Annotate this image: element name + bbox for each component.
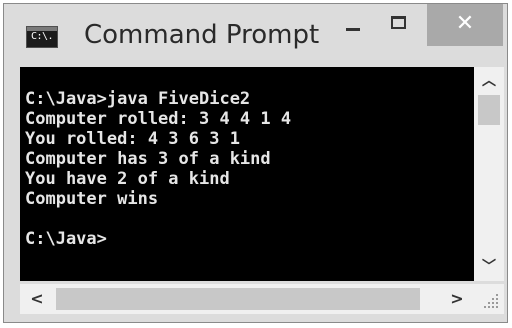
window-title: Command Prompt: [84, 20, 320, 50]
maximize-button[interactable]: [376, 4, 422, 44]
minimize-icon: [346, 28, 360, 31]
command-prompt-window: C:\. Command Prompt ✕ C:\Java>java FiveD…: [3, 3, 508, 323]
title-bar[interactable]: C:\. Command Prompt ✕: [4, 4, 507, 60]
close-button[interactable]: ✕: [427, 4, 503, 46]
console-prompt-line: C:\Java>: [25, 229, 107, 249]
close-icon: ✕: [455, 11, 475, 36]
horizontal-scroll-thumb[interactable]: [56, 288, 420, 310]
console-line: Computer has 3 of a kind: [25, 149, 271, 169]
console-output[interactable]: C:\Java>java FiveDice2 Computer rolled: …: [20, 67, 474, 281]
scroll-left-icon[interactable]: <: [24, 284, 50, 314]
scroll-down-icon[interactable]: ﹀: [474, 255, 504, 279]
scroll-right-icon[interactable]: >: [444, 284, 470, 314]
resize-grip-icon[interactable]: [474, 284, 504, 314]
minimize-button[interactable]: [330, 4, 376, 44]
maximize-icon: [391, 16, 406, 29]
vertical-scrollbar[interactable]: ︿ ﹀: [474, 67, 504, 281]
console-line: You rolled: 4 3 6 3 1: [25, 129, 240, 149]
console-line: C:\Java>java FiveDice2: [25, 89, 251, 109]
console-line: Computer wins: [25, 189, 159, 209]
vertical-scroll-thumb[interactable]: [478, 95, 500, 125]
command-prompt-icon[interactable]: C:\.: [26, 26, 58, 48]
console-line: You have 2 of a kind: [25, 169, 230, 189]
console-line: Computer rolled: 3 4 4 1 4: [25, 109, 292, 129]
horizontal-scrollbar[interactable]: < >: [20, 284, 474, 314]
scroll-up-icon[interactable]: ︿: [474, 69, 504, 93]
